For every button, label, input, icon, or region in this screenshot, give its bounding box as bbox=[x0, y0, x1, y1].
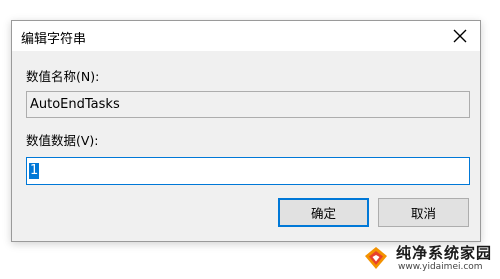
value-name-label: 数值名称(N): bbox=[26, 69, 100, 84]
watermark-url: www.yidaimei.com bbox=[398, 262, 483, 272]
watermark-brand: 纯净系统家园 bbox=[396, 244, 493, 262]
close-button[interactable] bbox=[450, 26, 470, 46]
edit-string-dialog: 编辑字符串 数值名称(N): AutoEndTasks 数值数据(V): 1 确… bbox=[11, 20, 481, 242]
title-bar: 编辑字符串 bbox=[12, 21, 480, 51]
ok-button[interactable]: 确定 bbox=[278, 198, 369, 227]
value-data-input[interactable] bbox=[27, 158, 469, 184]
cancel-button[interactable]: 取消 bbox=[378, 198, 469, 227]
page: 编辑字符串 数值名称(N): AutoEndTasks 数值数据(V): 1 确… bbox=[0, 0, 500, 279]
site-logo-icon bbox=[365, 247, 387, 269]
dialog-title: 编辑字符串 bbox=[21, 32, 87, 47]
value-data-field[interactable]: 1 bbox=[26, 157, 470, 185]
watermark: 纯净系统家园 www.yidaimei.com bbox=[358, 242, 498, 276]
close-icon bbox=[453, 29, 467, 43]
value-name-field: AutoEndTasks bbox=[26, 91, 470, 118]
value-data-label: 数值数据(V): bbox=[26, 133, 99, 148]
